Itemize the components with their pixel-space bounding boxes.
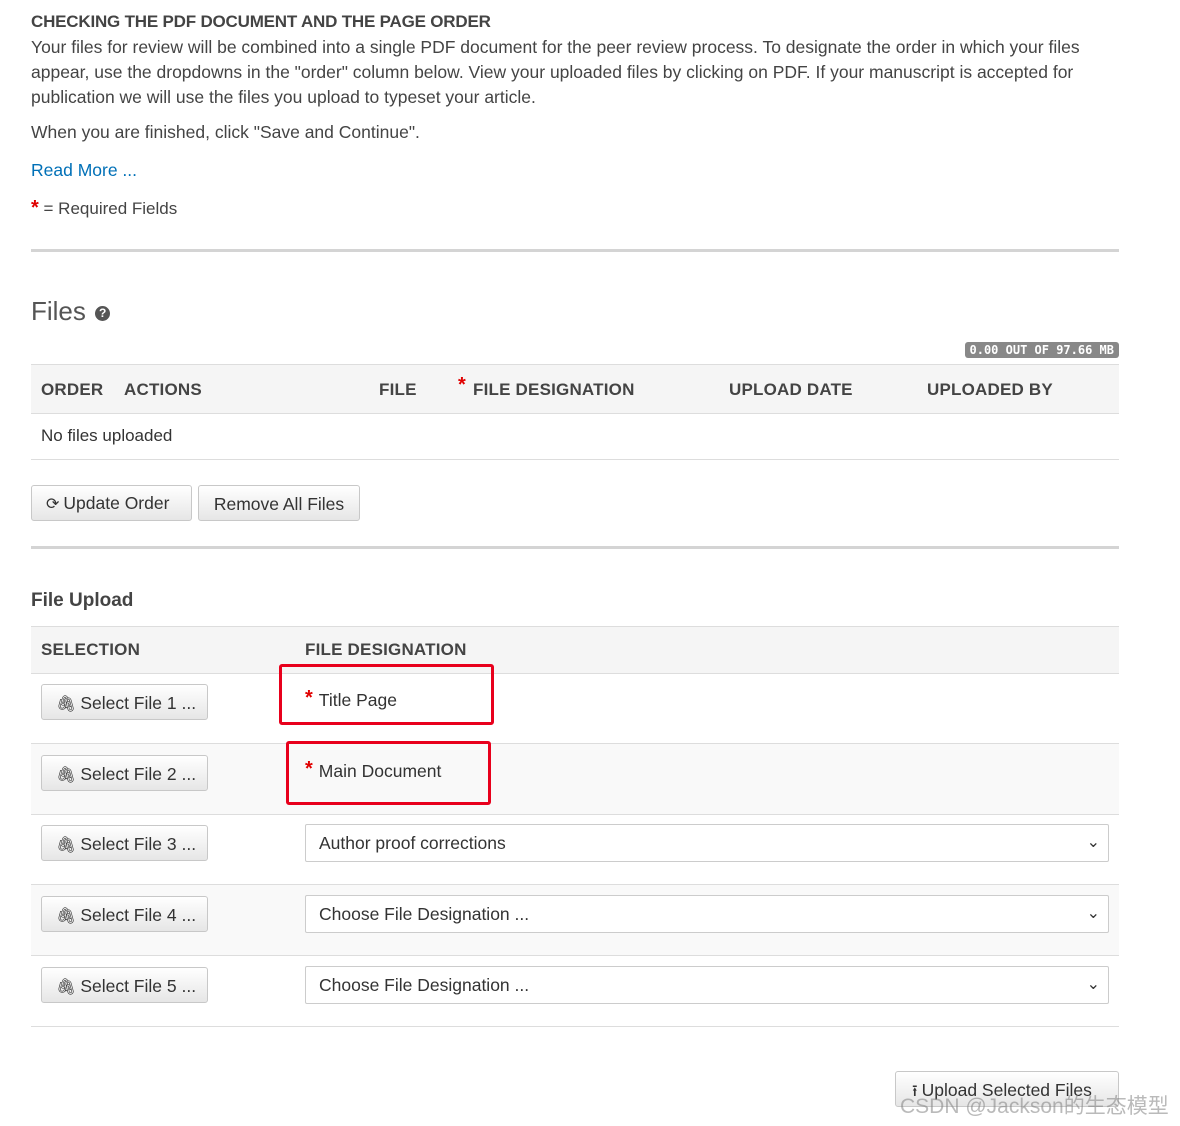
annotation-highlight-box [279, 664, 494, 725]
select-file-1-button[interactable]: 🖇 Select File 1 ... [41, 684, 208, 720]
remove-all-files-button[interactable]: Remove All Files [198, 485, 360, 521]
upload-row: 🖇 Select File 2 ... * Main Document [31, 744, 1119, 815]
file-designation-select-3[interactable]: Author proof corrections ⌄ [305, 824, 1109, 862]
upload-row: 🖇 Select File 1 ... * Title Page [31, 673, 1119, 744]
refresh-icon: ⟳ [46, 496, 60, 513]
select-file-label: Select File 4 ... [80, 905, 197, 925]
select-file-label: Select File 2 ... [80, 764, 197, 784]
files-table-header: ORDER ACTIONS FILE * FILE DESIGNATION UP… [31, 364, 1119, 414]
select-value: Author proof corrections [319, 833, 506, 853]
file-upload-title: File Upload [31, 590, 134, 611]
upload-row: 🖇 Select File 4 ... Choose File Designati… [31, 885, 1119, 956]
no-files-text: No files uploaded [41, 426, 173, 445]
select-file-2-button[interactable]: 🖇 Select File 2 ... [41, 755, 208, 791]
column-file-designation: FILE DESIGNATION [305, 640, 467, 659]
chevron-down-icon: ⌄ [1086, 834, 1100, 851]
intro-paragraph: Your files for review will be combined i… [31, 37, 1080, 107]
upload-row: 🖇 Select File 3 ... Author proof correcti… [31, 814, 1119, 885]
column-upload-date: UPLOAD DATE [729, 380, 853, 399]
select-file-5-button[interactable]: 🖇 Select File 5 ... [41, 967, 208, 1003]
update-order-button[interactable]: ⟳ Update Order [31, 485, 192, 521]
annotation-highlight-box [286, 741, 491, 805]
question-circle-icon[interactable]: ? [95, 306, 111, 321]
paperclip-icon: 🖇 [56, 696, 77, 713]
files-empty-row: No files uploaded [31, 413, 1119, 460]
select-file-3-button[interactable]: 🖇 Select File 3 ... [41, 825, 208, 861]
column-actions: ACTIONS [124, 380, 202, 399]
update-order-label: Update Order [63, 493, 170, 513]
required-fields-text: = Required Fields [43, 199, 178, 218]
required-star-icon: * [31, 197, 39, 219]
files-section-title: Files ? [31, 296, 111, 327]
divider [31, 249, 1119, 252]
file-designation-select-4[interactable]: Choose File Designation ... ⌄ [305, 895, 1109, 933]
select-file-label: Select File 5 ... [80, 976, 197, 996]
divider [31, 546, 1119, 549]
select-file-label: Select File 3 ... [80, 834, 197, 854]
chevron-down-icon: ⌄ [1086, 976, 1100, 993]
chevron-down-icon: ⌄ [1086, 905, 1100, 922]
column-file: FILE [379, 380, 417, 399]
watermark: CSDN @Jackson的生态模型 [900, 1095, 1169, 1118]
section-heading: CHECKING THE PDF DOCUMENT AND THE PAGE O… [31, 12, 491, 31]
column-file-designation: FILE DESIGNATION [473, 380, 635, 399]
read-more-link[interactable]: Read More ... [31, 160, 137, 181]
column-order: ORDER [41, 380, 104, 399]
select-file-4-button[interactable]: 🖇 Select File 4 ... [41, 896, 208, 932]
required-star-icon: * [458, 374, 466, 396]
select-value: Choose File Designation ... [319, 975, 530, 995]
paperclip-icon: 🖇 [56, 979, 77, 996]
paperclip-icon: 🖇 [56, 767, 77, 784]
required-fields-note: * = Required Fields [31, 197, 177, 220]
finish-instruction: When you are finished, click "Save and C… [31, 122, 420, 142]
paperclip-icon: 🖇 [56, 837, 77, 854]
upload-row: 🖇 Select File 5 ... Choose File Designati… [31, 956, 1119, 1027]
files-title-text: Files [31, 296, 86, 326]
column-uploaded-by: UPLOADED BY [927, 380, 1053, 399]
paperclip-icon: 🖇 [56, 908, 77, 925]
select-file-label: Select File 1 ... [80, 693, 197, 713]
storage-quota-badge: 0.00 OUT OF 97.66 MB [964, 342, 1119, 358]
column-selection: SELECTION [41, 640, 141, 659]
upload-table-header: SELECTION FILE DESIGNATION [31, 626, 1119, 674]
select-value: Choose File Designation ... [319, 904, 530, 924]
file-designation-select-5[interactable]: Choose File Designation ... ⌄ [305, 966, 1109, 1004]
